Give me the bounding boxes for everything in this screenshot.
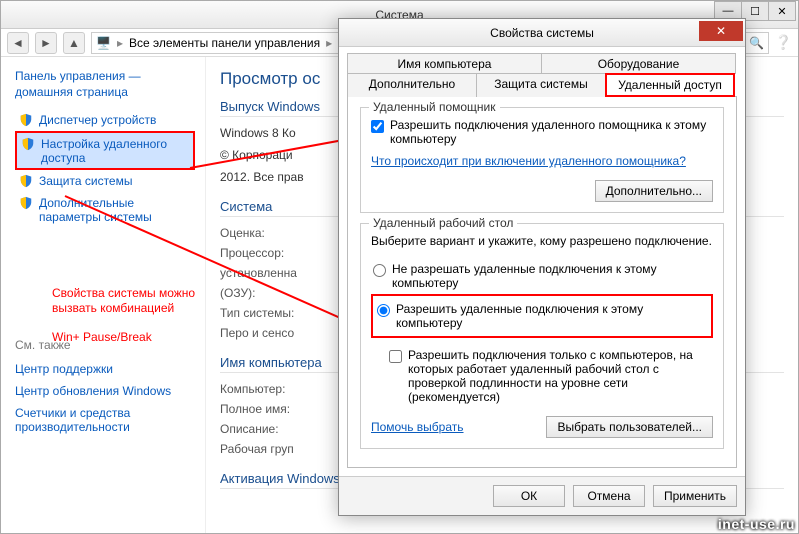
nav-item-label: Защита системы (39, 174, 132, 188)
tab-hardware[interactable]: Оборудование (541, 53, 736, 74)
ram-label2: (ОЗУ): (220, 286, 350, 300)
cancel-button[interactable]: Отмена (573, 485, 645, 507)
rd-nla-checkbox-row[interactable]: Разрешить подключения только с компьютер… (389, 348, 713, 404)
dialog-close-button[interactable]: ✕ (699, 21, 743, 41)
desc-label: Описание: (220, 422, 350, 436)
rd-deny-radio[interactable] (373, 264, 386, 277)
rd-allow-radio-row[interactable]: Разрешить удаленные подключения к этому … (375, 298, 709, 334)
see-perf-counters[interactable]: Счетчики и средства производительности (15, 402, 195, 438)
ra-legend: Удаленный помощник (369, 100, 500, 114)
search-icon: 🔍 (749, 36, 764, 50)
rd-intro: Выберите вариант и укажите, кому разреше… (371, 234, 713, 248)
rd-legend: Удаленный рабочий стол (369, 216, 517, 230)
system-properties-dialog: Свойства системы ✕ Имя компьютера Оборуд… (338, 18, 746, 516)
nav-item-label: Диспетчер устройств (39, 113, 156, 127)
dialog-title: Свойства системы (490, 26, 594, 40)
ra-allow-label: Разрешить подключения удаленного помощни… (390, 118, 713, 146)
ra-allow-checkbox-row[interactable]: Разрешить подключения удаленного помощни… (371, 118, 713, 146)
rd-allow-highlight: Разрешить удаленные подключения к этому … (371, 294, 713, 338)
tab-protection[interactable]: Защита системы (476, 73, 606, 97)
tab-computer-name[interactable]: Имя компьютера (347, 53, 542, 74)
breadcrumb-sep: ▸ (117, 36, 123, 50)
ra-help-link[interactable]: Что происходит при включении удаленного … (371, 154, 686, 168)
help-icon[interactable]: ❔ (775, 34, 792, 51)
tab-remote[interactable]: Удаленный доступ (605, 73, 735, 97)
left-nav: Панель управления — домашняя страница Ди… (1, 57, 206, 533)
ok-button[interactable]: ОК (493, 485, 565, 507)
nav-heading: Панель управления — (15, 69, 195, 83)
tab-row-1: Имя компьютера Оборудование (347, 53, 737, 73)
nav-remote-settings[interactable]: Настройка удаленного доступа (15, 131, 195, 170)
rating-label: Оценка: (220, 226, 350, 240)
pen-label: Перо и сенсо (220, 326, 350, 340)
search-button[interactable]: 🔍 (745, 32, 769, 54)
rd-help-link[interactable]: Помочь выбрать (371, 420, 464, 434)
nav-item-label: Настройка удаленного доступа (41, 137, 189, 165)
nav-fwd-button[interactable]: ► (35, 32, 57, 54)
cpu-label: Процессор: (220, 246, 350, 260)
rd-select-users-button[interactable]: Выбрать пользователей... (546, 416, 713, 438)
control-panel-icon: 🖥️ (96, 36, 111, 50)
breadcrumb-sep2: ▸ (326, 36, 332, 50)
rd-allow-label: Разрешить удаленные подключения к этому … (396, 302, 707, 330)
see-action-center[interactable]: Центр поддержки (15, 358, 195, 380)
edition-name: Windows 8 Ко (220, 126, 296, 140)
workgroup-label: Рабочая груп (220, 442, 350, 456)
close-button[interactable]: ✕ (768, 1, 796, 21)
nav-up-button[interactable]: ▲ (63, 32, 85, 54)
ra-allow-checkbox[interactable] (371, 120, 384, 133)
nav-system-protection[interactable]: Защита системы (15, 170, 195, 192)
rd-allow-radio[interactable] (377, 304, 390, 317)
remote-assistance-group: Удаленный помощник Разрешить подключения… (360, 107, 724, 213)
nav-home-link[interactable]: домашняя страница (15, 85, 128, 99)
rd-deny-radio-row[interactable]: Не разрешать удаленные подключения к это… (371, 258, 713, 294)
shield-icon (19, 174, 33, 188)
fullname-label: Полное имя: (220, 402, 350, 416)
rd-nla-label: Разрешить подключения только с компьютер… (408, 348, 713, 404)
rd-deny-label: Не разрешать удаленные подключения к это… (392, 262, 711, 290)
tab-row-2: Дополнительно Защита системы Удаленный д… (347, 73, 737, 96)
nav-item-label: Дополнительные параметры системы (39, 196, 191, 224)
shield-icon (21, 137, 35, 151)
nav-back-button[interactable]: ◄ (7, 32, 29, 54)
ra-advanced-button[interactable]: Дополнительно... (595, 180, 713, 202)
copyright-1: © Корпораци (220, 146, 293, 164)
dialog-button-row: ОК Отмена Применить (339, 476, 745, 515)
rd-nla-checkbox[interactable] (389, 350, 402, 363)
type-label: Тип системы: (220, 306, 350, 320)
dialog-titlebar: Свойства системы ✕ (339, 19, 745, 47)
breadcrumb-text[interactable]: Все элементы панели управления (129, 36, 320, 50)
computer-label: Компьютер: (220, 382, 350, 396)
see-windows-update[interactable]: Центр обновления Windows (15, 380, 195, 402)
copyright-2: 2012. Все прав (220, 170, 304, 184)
tab-remote-page: Удаленный помощник Разрешить подключения… (347, 96, 737, 468)
nav-device-manager[interactable]: Диспетчер устройств (15, 109, 195, 131)
nav-advanced-settings[interactable]: Дополнительные параметры системы (15, 192, 195, 228)
remote-desktop-group: Удаленный рабочий стол Выберите вариант … (360, 223, 724, 449)
apply-button[interactable]: Применить (653, 485, 737, 507)
shield-icon (19, 113, 33, 127)
see-also-heading: См. также (15, 338, 195, 352)
shield-icon (19, 196, 33, 210)
tab-advanced[interactable]: Дополнительно (347, 73, 477, 97)
ram-label: установленна (220, 266, 350, 280)
dialog-body: Имя компьютера Оборудование Дополнительн… (339, 47, 745, 476)
